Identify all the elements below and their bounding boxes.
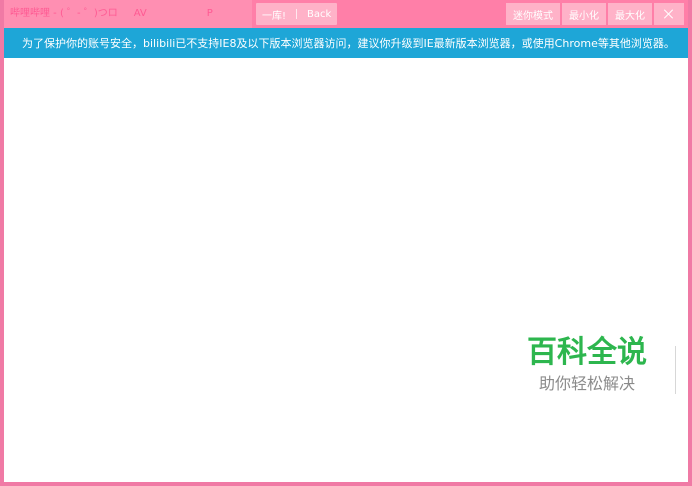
- minimize-button[interactable]: 最小化: [562, 3, 606, 25]
- main-content: [4, 58, 688, 482]
- maximize-button[interactable]: 最大化: [608, 3, 652, 25]
- title-nav-left-button[interactable]: 一库!: [262, 7, 286, 22]
- window-controls: 迷你模式 最小化 最大化: [506, 3, 684, 25]
- window-title-av: AV: [133, 8, 147, 19]
- window-title: 哔哩哔哩 - ( ゜- ゜)つロ AV P: [10, 6, 213, 22]
- titlebar: 哔哩哔哩 - ( ゜- ゜)つロ AV P 一库! Back 迷你模式 最小化 最大…: [4, 0, 688, 28]
- browser-warning-text: 为了保护你的账号安全，bilibili已不支持IE8及以下版本浏览器访问，建议你…: [22, 37, 675, 50]
- window-title-main: 哔哩哔哩 - ( ゜- ゜)つロ: [10, 8, 118, 19]
- close-icon: [664, 9, 674, 19]
- browser-warning-banner: 为了保护你的账号安全，bilibili已不支持IE8及以下版本浏览器访问，建议你…: [4, 28, 688, 58]
- back-button[interactable]: Back: [307, 9, 331, 20]
- app-window: 哔哩哔哩 - ( ゜- ゜)つロ AV P 一库! Back 迷你模式 最小化 最大…: [0, 0, 692, 486]
- title-area: 哔哩哔哩 - ( ゜- ゜)つロ AV P: [4, 0, 252, 28]
- window-title-p: P: [206, 8, 213, 19]
- title-nav-separator: [296, 9, 298, 19]
- title-navigation-group: 一库! Back: [256, 3, 338, 25]
- mini-mode-button[interactable]: 迷你模式: [506, 3, 560, 25]
- close-button[interactable]: [654, 3, 684, 25]
